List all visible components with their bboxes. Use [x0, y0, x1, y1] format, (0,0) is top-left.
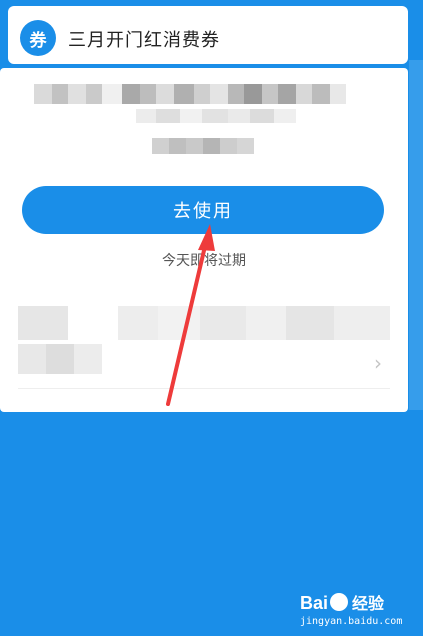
watermark-logo-text: Bai	[300, 593, 329, 613]
annotation-arrow	[166, 224, 215, 406]
annotation-arrow-head	[198, 224, 215, 251]
paw-icon	[330, 593, 349, 611]
baidu-jingyan-watermark: Bai 经验 jingyan.baidu.com	[300, 590, 423, 636]
watermark-url: jingyan.baidu.com	[300, 616, 403, 627]
annotation-arrow-shaft	[166, 240, 208, 406]
watermark-jingyan-text: 经验	[352, 596, 385, 613]
